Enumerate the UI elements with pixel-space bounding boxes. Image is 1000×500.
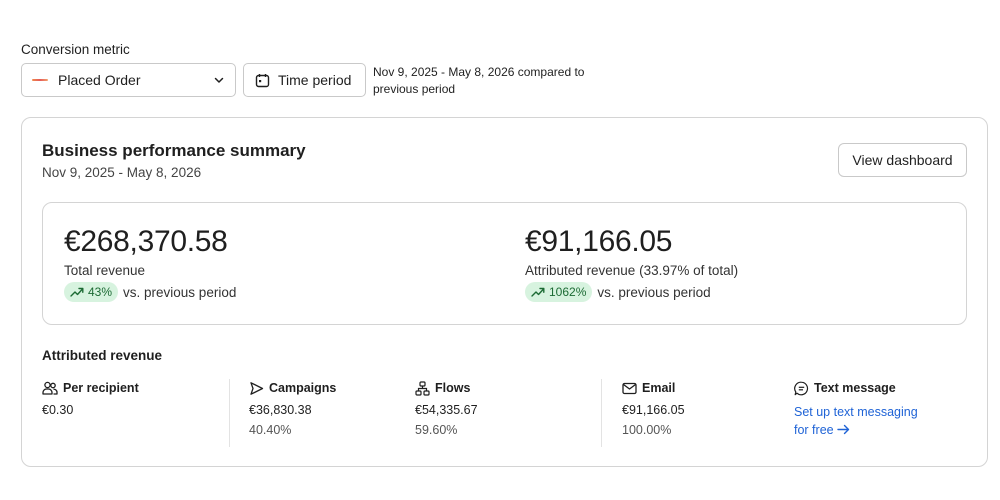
business-performance-card: Business performance summary Nov 9, 2025… (21, 117, 988, 467)
arrow-right-icon (837, 422, 850, 440)
per-recipient-value: €0.30 (42, 403, 74, 417)
email-label: Email (642, 381, 676, 395)
attributed-revenue-change: 1062% (549, 285, 587, 299)
attributed-revenue-change-badge: 1062% (525, 282, 593, 302)
text-message-stat: Text message Set up text messaging for f… (794, 379, 918, 440)
email-value: €91,166.05 (622, 403, 685, 417)
stat-divider (601, 379, 602, 447)
per-recipient-label: Per recipient (63, 381, 139, 395)
card-title: Business performance summary (42, 141, 306, 160)
mail-icon (622, 382, 637, 395)
flows-icon (415, 380, 430, 396)
conversion-metric-value: Placed Order (58, 72, 141, 88)
revenue-summary-box: €268,370.58 Total revenue 43% vs. previo… (42, 202, 967, 325)
time-period-description: Nov 9, 2025 - May 8, 2026 compared to pr… (373, 65, 585, 96)
email-percent: 100.00% (622, 423, 672, 437)
stat-divider (229, 379, 230, 447)
view-dashboard-button[interactable]: View dashboard (838, 143, 967, 177)
trend-up-icon (70, 287, 84, 297)
metric-source-icon (32, 77, 48, 83)
chevron-down-icon (213, 74, 225, 86)
time-period-button[interactable]: Time period (243, 63, 366, 97)
flows-percent: 59.60% (415, 423, 458, 437)
email-stat: Email €91,166.05 100.00% (622, 379, 685, 437)
people-icon (42, 381, 58, 395)
conversion-metric-label: Conversion metric (21, 42, 130, 57)
attributed-revenue-section-title: Attributed revenue (42, 348, 163, 363)
message-icon (794, 381, 809, 396)
campaigns-value: €36,830.38 (249, 403, 312, 417)
send-icon (249, 381, 264, 396)
text-message-label: Text message (814, 381, 896, 395)
total-revenue-change: 43% (88, 285, 113, 299)
campaigns-label: Campaigns (269, 381, 337, 395)
conversion-metric-select[interactable]: Placed Order (21, 63, 236, 97)
attributed-revenue-block: €91,166.05 Attributed revenue (33.97% of… (525, 225, 738, 302)
campaigns-stat: Campaigns €36,830.38 40.40% (249, 379, 336, 437)
per-recipient-stat: Per recipient €0.30 (42, 379, 139, 417)
card-date-range: Nov 9, 2025 - May 8, 2026 (42, 165, 202, 180)
flows-value: €54,335.67 (415, 403, 478, 417)
time-period-label: Time period (278, 72, 352, 88)
total-revenue-amount: €268,370.58 (64, 225, 228, 258)
campaigns-percent: 40.40% (249, 423, 292, 437)
attributed-revenue-change-suffix: vs. previous period (597, 284, 711, 300)
calendar-icon (255, 73, 270, 88)
attributed-revenue-amount: €91,166.05 (525, 225, 673, 258)
setup-link-line1: Set up text messaging (794, 405, 918, 419)
total-revenue-block: €268,370.58 Total revenue 43% vs. previo… (64, 225, 236, 302)
trend-up-icon (531, 287, 545, 297)
flows-stat: Flows €54,335.67 59.60% (415, 379, 478, 437)
flows-label: Flows (435, 381, 471, 395)
attributed-revenue-label: Attributed revenue (33.97% of total) (525, 263, 739, 278)
total-revenue-label: Total revenue (64, 263, 146, 278)
total-revenue-change-badge: 43% (64, 282, 119, 302)
setup-text-messaging-link[interactable]: Set up text messaging for free (794, 403, 918, 440)
total-revenue-change-suffix: vs. previous period (123, 284, 237, 300)
setup-link-line2: for free (794, 423, 834, 437)
